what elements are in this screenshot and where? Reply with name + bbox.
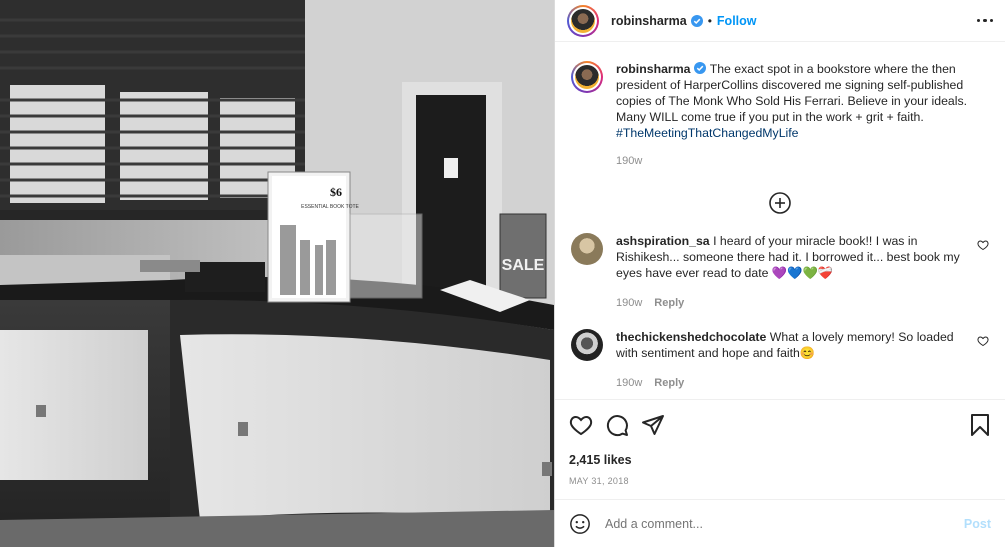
sign-title: ESSENTIAL BOOK TOTE — [301, 204, 359, 210]
author-avatar[interactable] — [567, 4, 599, 37]
caption: robinsharma The exact spot in a bookstor… — [571, 43, 989, 167]
comment-item: ashspiration_sa I heard of your miracle … — [571, 233, 989, 311]
add-comment-bar: Post — [555, 499, 1005, 547]
post-photo[interactable]: $6 ESSENTIAL BOOK TOTE SALE — [0, 0, 554, 547]
comments-section[interactable]: robinsharma The exact spot in a bookstor… — [555, 43, 1005, 398]
emoji-icon[interactable] — [569, 513, 591, 535]
sign-price: $6 — [330, 185, 342, 199]
bookstore-counter-image: $6 ESSENTIAL BOOK TOTE SALE — [0, 0, 554, 547]
caption-author[interactable]: robinsharma — [616, 62, 690, 76]
sale-sign-text: SALE — [502, 257, 545, 274]
reply-button[interactable]: Reply — [654, 375, 684, 391]
comment-item: thechickenshedchocolate What a lovely me… — [571, 329, 989, 391]
caption-hashtag[interactable]: #TheMeetingThatChangedMyLife — [616, 126, 799, 140]
separator-dot: • — [707, 13, 712, 28]
commenter-username[interactable]: ashspiration_sa — [616, 234, 710, 248]
author-username[interactable]: robinsharma — [611, 14, 687, 28]
load-more-comments-button[interactable] — [571, 191, 989, 215]
plus-circle-icon — [769, 192, 791, 214]
post-header: robinsharma • Follow — [555, 0, 1005, 42]
follow-button[interactable]: Follow — [717, 14, 757, 28]
caption-age: 190w — [616, 155, 643, 167]
comment-input[interactable] — [605, 516, 964, 531]
bookmark-icon[interactable] — [969, 413, 991, 437]
reply-button[interactable]: Reply — [654, 295, 684, 311]
more-options-icon[interactable] — [976, 18, 993, 23]
comment-like-icon[interactable] — [977, 335, 989, 347]
paper-plane-icon[interactable] — [641, 413, 665, 437]
post-date: MAY 31, 2018 — [569, 476, 629, 486]
commenter-avatar[interactable] — [571, 233, 603, 265]
comment-age: 190w — [616, 377, 643, 389]
post-actions: 2,415 likes MAY 31, 2018 — [555, 399, 1005, 486]
verified-badge-icon — [690, 14, 703, 27]
comment-icon[interactable] — [605, 413, 629, 437]
commenter-avatar[interactable] — [571, 329, 603, 361]
post-details-panel: robinsharma • Follow robinsharma The exa… — [554, 0, 1005, 547]
comment-like-icon[interactable] — [977, 239, 989, 251]
comment-age: 190w — [616, 297, 643, 309]
post-comment-button[interactable]: Post — [964, 517, 991, 531]
commenter-username[interactable]: thechickenshedchocolate — [616, 330, 766, 344]
likes-count[interactable]: 2,415 likes — [569, 453, 991, 467]
caption-author-avatar[interactable] — [571, 61, 603, 93]
heart-icon[interactable] — [569, 413, 593, 437]
verified-badge-icon — [694, 62, 707, 74]
